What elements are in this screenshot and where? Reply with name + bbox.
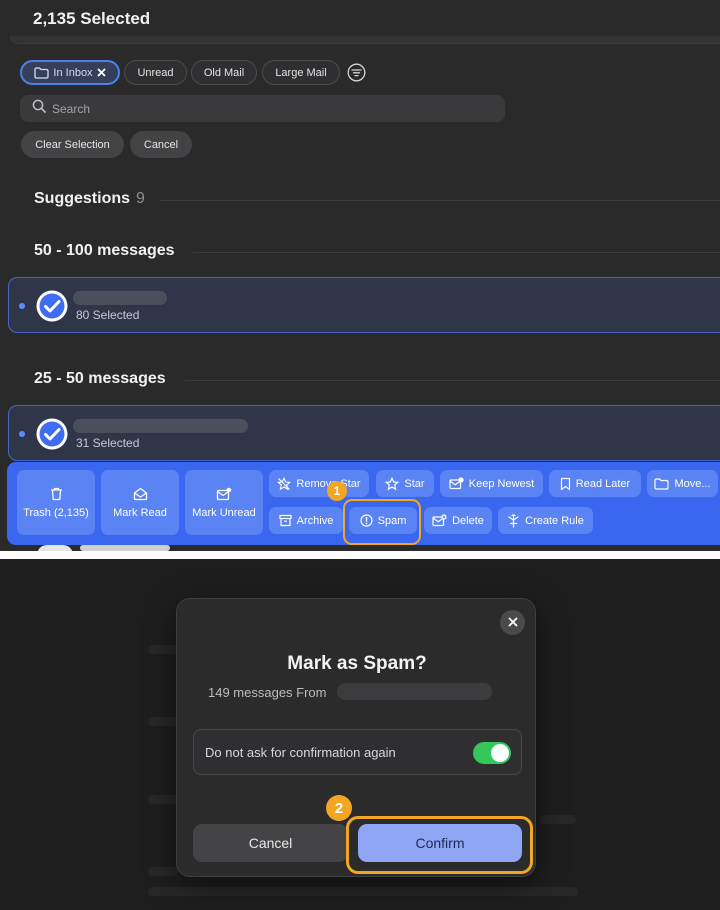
keep-newest-button[interactable]: Keep Newest <box>440 470 543 497</box>
step-2-badge: 2 <box>326 795 352 821</box>
star-icon <box>385 476 400 491</box>
clear-selection-button[interactable]: Clear Selection <box>21 131 124 158</box>
filter-chip-old-mail[interactable]: Old Mail <box>191 60 257 85</box>
keep-newest-icon <box>449 477 464 490</box>
read-later-button[interactable]: Read Later <box>549 470 641 497</box>
mark-unread-label: Mark Unread <box>192 506 256 519</box>
dialog-subtitle: 149 messages From <box>208 685 327 700</box>
bulk-selection-screen: 2,135 Selected In Inbox Unread Old Mail … <box>0 0 720 551</box>
group-heading: 25 - 50 messages <box>34 370 166 387</box>
confirmation-option: Do not ask for confirmation again <box>193 729 522 775</box>
background-text <box>148 867 178 876</box>
unread-dot <box>19 303 25 309</box>
filter-chip-large-mail[interactable]: Large Mail <box>262 60 340 85</box>
trash-label: Trash (2,135) <box>23 506 89 519</box>
option-label: Do not ask for confirmation again <box>205 745 396 760</box>
filter-chip-label: Old Mail <box>203 66 245 79</box>
filter-options-icon[interactable] <box>347 63 366 82</box>
move-button[interactable]: Move... <box>647 470 718 497</box>
filter-chip-label: Large Mail <box>275 66 327 79</box>
suggestions-label: Suggestions <box>34 190 131 207</box>
step-2-highlight <box>346 816 533 874</box>
selected-count: 80 Selected <box>76 308 140 322</box>
envelope-dot-icon <box>216 487 232 501</box>
step-1-highlight <box>343 499 421 545</box>
suggestions-heading: Suggestions 9 <box>34 190 145 208</box>
sender-redacted <box>73 419 248 433</box>
create-rule-button[interactable]: Create Rule <box>498 507 593 534</box>
toggle-knob <box>491 744 509 762</box>
do-not-ask-toggle[interactable] <box>473 742 511 764</box>
trash-button[interactable]: Trash (2,135) <box>17 470 95 535</box>
section-divider <box>193 252 720 253</box>
move-label: Move... <box>674 477 711 490</box>
folder-icon <box>654 477 670 490</box>
sender-redacted <box>337 683 492 700</box>
message-group-row[interactable]: 80 Selected <box>8 277 720 333</box>
cancel-selection-button[interactable]: Cancel <box>130 131 192 158</box>
background-text <box>148 645 178 654</box>
archive-button[interactable]: Archive <box>269 507 343 534</box>
star-slash-icon <box>277 476 292 491</box>
read-later-label: Read Later <box>575 477 631 490</box>
mark-read-button[interactable]: Mark Read <box>101 470 179 535</box>
cancel-button[interactable]: Cancel <box>193 824 348 862</box>
rule-icon <box>507 513 520 528</box>
archive-icon <box>279 514 292 527</box>
filter-chip-label: Unread <box>137 66 174 79</box>
envelope-open-icon <box>133 487 148 501</box>
delete-button[interactable]: Delete <box>424 507 492 534</box>
step-1-badge: 1 <box>327 481 347 501</box>
dialog-title: Mark as Spam? <box>287 653 427 674</box>
page-title: 2,135 Selected <box>33 9 151 28</box>
message-group-row[interactable]: 31 Selected <box>8 405 720 461</box>
header-divider <box>10 36 720 44</box>
background-text <box>540 815 576 824</box>
checkmark-icon[interactable] <box>35 289 69 323</box>
section-divider <box>185 380 720 381</box>
close-button[interactable] <box>500 610 525 635</box>
create-rule-label: Create Rule <box>525 514 584 527</box>
filter-chip-in-inbox[interactable]: In Inbox <box>20 60 120 85</box>
filter-chip-label: In Inbox <box>53 66 93 79</box>
mark-read-label: Mark Read <box>113 506 167 519</box>
group-heading: 50 - 100 messages <box>34 242 175 259</box>
confirmation-screen: Mark as Spam? 149 messages From Do not a… <box>0 559 720 910</box>
search-input[interactable] <box>52 101 472 116</box>
suggestions-count: 9 <box>136 190 145 207</box>
filter-chip-unread[interactable]: Unread <box>124 60 187 85</box>
remove-star-button[interactable]: Remove Star <box>269 470 369 497</box>
delete-icon <box>432 514 447 527</box>
background-text <box>148 717 178 726</box>
close-icon <box>508 614 518 632</box>
mark-unread-button[interactable]: Mark Unread <box>185 470 263 535</box>
checkmark-icon[interactable] <box>35 417 69 451</box>
search-field[interactable] <box>20 95 505 122</box>
background-text <box>148 887 578 896</box>
star-button[interactable]: Star <box>376 470 434 497</box>
unread-dot <box>19 431 25 437</box>
search-icon <box>32 99 46 118</box>
partial-row-text <box>80 545 170 551</box>
background-text <box>148 795 178 804</box>
trash-icon <box>50 487 63 501</box>
delete-label: Delete <box>452 514 484 527</box>
sender-redacted <box>73 291 167 305</box>
bookmark-icon <box>560 477 571 491</box>
section-divider <box>160 200 720 201</box>
remove-filter-icon[interactable] <box>96 68 106 77</box>
avatar <box>37 545 73 551</box>
folder-icon <box>34 66 50 79</box>
keep-newest-label: Keep Newest <box>468 477 535 490</box>
archive-label: Archive <box>296 514 334 527</box>
selected-count: 31 Selected <box>76 436 140 450</box>
star-label: Star <box>404 477 425 490</box>
